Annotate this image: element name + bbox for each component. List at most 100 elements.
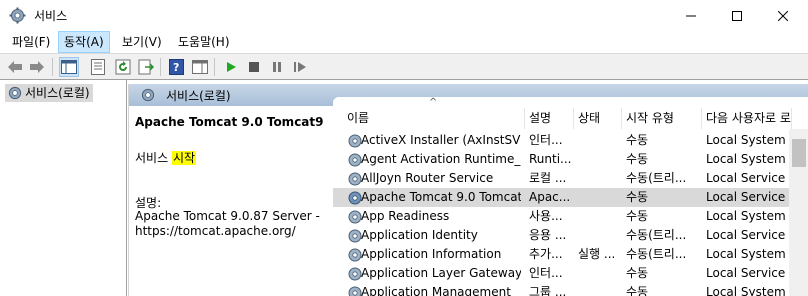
menu-bar: 파일(F) 동작(A) 보기(V) 도움말(H) <box>0 31 808 53</box>
minimize-button[interactable] <box>668 0 714 31</box>
toolbar-separator <box>214 58 215 76</box>
service-name: App Readiness <box>361 209 450 223</box>
service-status <box>578 150 620 169</box>
table-row[interactable]: Application Layer Gateway ... 인터... 수동 L… <box>333 264 789 283</box>
service-name: Agent Activation Runtime_... <box>361 152 521 166</box>
column-header-name[interactable]: 이름 <box>343 108 525 129</box>
service-startup-type: 수동(트리... <box>626 247 687 261</box>
console-tree-icon <box>61 60 77 74</box>
scrollbar-thumb[interactable] <box>792 139 806 167</box>
service-description: 그룹 ... <box>529 285 567 296</box>
maximize-button[interactable] <box>714 0 760 31</box>
table-row[interactable]: Agent Activation Runtime_... Runti... 수동… <box>333 150 789 169</box>
help-button[interactable]: ? <box>166 57 186 77</box>
service-name: Application Layer Gateway ... <box>361 266 521 280</box>
service-startup-type: 수동(트리... <box>626 228 687 242</box>
refresh-icon <box>115 59 131 75</box>
service-description: 인터... <box>529 133 563 147</box>
column-header-startup-type[interactable]: 시작 유형 <box>622 108 702 129</box>
service-logon-as: Local System <box>706 133 786 147</box>
table-row[interactable]: Application Identity 응용 ... 수동(트리... Loc… <box>333 226 789 245</box>
stop-icon <box>249 62 259 72</box>
export-list-icon <box>138 59 154 75</box>
service-startup-type: 수동 <box>626 133 649 147</box>
service-description: 로컬 ... <box>529 171 567 185</box>
toolbar-separator <box>52 58 53 76</box>
help-icon: ? <box>168 59 184 75</box>
maximize-icon <box>732 10 742 21</box>
close-icon <box>778 10 788 21</box>
console-tree: 서비스(로컬) <box>0 80 127 296</box>
service-logon-as: Local Service <box>706 228 786 242</box>
service-name: ActiveX Installer (AxInstSV) <box>361 133 521 147</box>
content-area: 서비스(로컬) 서비스(로컬) Apache Tomcat 9.0 Tomcat… <box>0 80 808 296</box>
title-bar: 서비스 <box>0 0 808 31</box>
service-startup-type: 수동(트리... <box>626 171 687 185</box>
service-name: Application Information <box>361 247 502 261</box>
refresh-button[interactable] <box>113 57 133 77</box>
restart-icon <box>294 62 306 72</box>
table-row[interactable]: ActiveX Installer (AxInstSV) 인터... 수동 Lo… <box>333 131 789 150</box>
stop-service-button[interactable] <box>244 57 264 77</box>
service-status <box>578 188 620 207</box>
services-pane: 서비스(로컬) Apache Tomcat 9.0 Tomcat9 서비스 시작… <box>128 84 808 296</box>
service-status: 실행 ... <box>578 247 616 261</box>
service-name: Application Management <box>361 285 511 296</box>
show-action-pane-button[interactable] <box>190 57 210 77</box>
service-startup-type: 수동 <box>626 190 649 204</box>
services-gear-icon <box>140 87 156 106</box>
forward-icon <box>30 61 44 73</box>
start-service-button[interactable] <box>221 57 241 77</box>
action-prefix: 서비스 <box>135 151 172 165</box>
properties-icon <box>91 59 105 75</box>
service-status <box>578 169 620 188</box>
service-logon-as: Local System <box>706 247 786 261</box>
window-title: 서비스 <box>34 9 68 23</box>
menu-action[interactable]: 동작(A) <box>58 31 110 53</box>
service-status <box>578 131 620 150</box>
toolbar-separator <box>160 58 161 76</box>
table-row[interactable]: App Readiness 사용... 수동 Local System <box>333 207 789 226</box>
vertical-scrollbar[interactable] <box>789 129 808 296</box>
service-status <box>578 207 620 226</box>
service-name: AllJoyn Router Service <box>361 171 494 185</box>
properties-button[interactable] <box>88 57 108 77</box>
service-logon-as: Local Service <box>706 266 786 280</box>
table-row[interactable]: Application Management 그룹 ... 수동 Local S… <box>333 283 789 296</box>
service-startup-type: 수동 <box>626 209 649 223</box>
svg-text:?: ? <box>173 61 179 74</box>
table-row[interactable]: Application Information 추가... 실행 ... 수동(… <box>333 245 789 264</box>
back-button[interactable] <box>5 57 25 77</box>
table-row-selected[interactable]: Apache Tomcat 9.0 Tomcat9 Apac... 수동 Loc… <box>333 188 789 207</box>
column-header-status[interactable]: 상태 <box>574 108 622 129</box>
export-list-button[interactable] <box>136 57 156 77</box>
action-pane-icon <box>192 60 208 74</box>
service-status <box>578 283 620 296</box>
tree-item-services-local[interactable]: 서비스(로컬) <box>5 84 93 102</box>
menu-help[interactable]: 도움말(H) <box>173 31 235 53</box>
column-header-description[interactable]: 설명 <box>525 108 574 129</box>
show-hide-console-tree-button[interactable] <box>59 57 79 77</box>
service-description: 응용 ... <box>529 228 567 242</box>
services-gear-icon <box>7 85 23 106</box>
start-service-link[interactable]: 시작 <box>171 151 197 165</box>
back-icon <box>8 61 22 73</box>
restart-service-button[interactable] <box>290 57 310 77</box>
column-header-logon-as[interactable]: 다음 사용자로 로그온 <box>702 108 792 129</box>
service-startup-type: 수동 <box>626 152 649 166</box>
sort-ascending-icon: ^ <box>429 97 438 108</box>
service-details-panel: Apache Tomcat 9.0 Tomcat9 서비스 시작 설명: Apa… <box>129 106 333 296</box>
minimize-icon <box>686 15 696 16</box>
service-status <box>578 264 620 283</box>
service-description: 사용... <box>529 209 563 223</box>
forward-button[interactable] <box>27 57 47 77</box>
close-button[interactable] <box>760 0 806 31</box>
table-row[interactable]: AllJoyn Router Service 로컬 ... 수동(트리... L… <box>333 169 789 188</box>
menu-view[interactable]: 보기(V) <box>117 31 167 53</box>
service-startup-type: 수동 <box>626 285 649 296</box>
service-description: Runti... <box>529 152 572 166</box>
pause-service-button[interactable] <box>267 57 287 77</box>
menu-file[interactable]: 파일(F) <box>7 31 55 53</box>
pane-title: 서비스(로컬) <box>166 89 231 103</box>
service-logon-as: Local Service <box>706 171 786 185</box>
